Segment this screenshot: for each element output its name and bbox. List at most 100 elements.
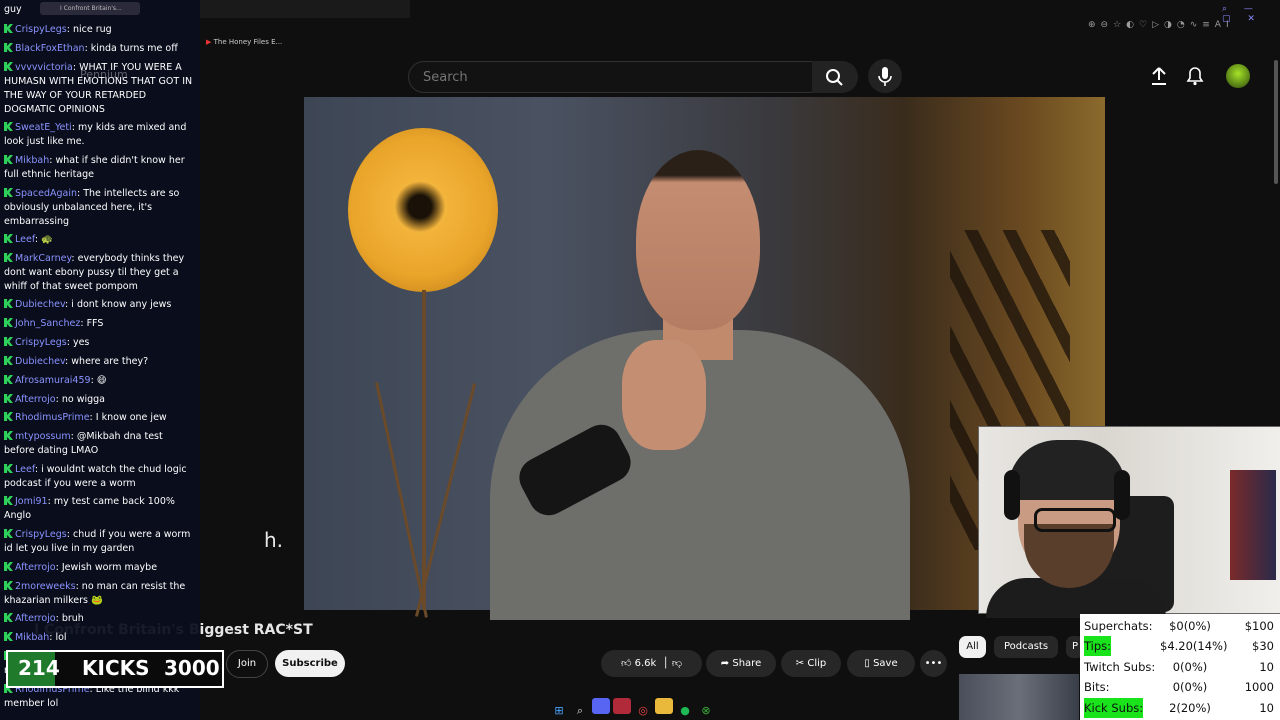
chat-username[interactable]: Afrosamurai459 [15, 375, 91, 386]
save-icon: ▯ [864, 658, 870, 669]
voice-search-button[interactable] [868, 59, 902, 93]
chat-username[interactable]: mtypossum [15, 431, 71, 442]
browser-tab[interactable]: I Confront Britain's... [40, 2, 140, 15]
recommended-thumbnail[interactable] [959, 674, 1079, 720]
chat-username[interactable]: CrispyLegs [15, 337, 67, 348]
chat-text: where are they? [71, 356, 149, 367]
chat-message: Jomi91: my test came back 100% Anglo [4, 495, 196, 523]
chat-username[interactable]: Leef [15, 234, 35, 245]
share-icon: ➦ [720, 658, 730, 669]
clip-button[interactable]: ✂ Clip [781, 650, 841, 677]
chat-username[interactable]: Afterrojo [15, 562, 56, 573]
like-count: 6.6k [634, 658, 657, 669]
chat-message: Dubiechev: where are they? [4, 355, 196, 369]
spotify-icon[interactable]: ● [676, 703, 694, 719]
kick-badge-icon [4, 375, 13, 384]
chat-username[interactable]: Mikbah [15, 632, 49, 643]
bookmark-item[interactable]: ▶ The Honey Files E... [206, 38, 282, 46]
share-button[interactable]: ➦ Share [706, 650, 776, 677]
chat-message: CrispyLegs: yes [4, 336, 196, 350]
kick-badge-icon [4, 613, 13, 622]
chat-username[interactable]: Mikbah [15, 155, 49, 166]
donation-value: 2(20%) [1169, 700, 1211, 715]
kick-badge-icon [4, 581, 13, 590]
like-dislike-group[interactable]: 👍︎ 6.6k │ 👎︎ [601, 650, 702, 677]
page-scrollbar[interactable] [1274, 60, 1278, 184]
kick-badge-icon [4, 155, 13, 164]
chat-username[interactable]: John_Sanchez [15, 318, 80, 329]
app-icon[interactable] [613, 698, 631, 714]
chat-text: kinda turns me off [90, 43, 178, 54]
kick-badge-icon [4, 318, 13, 327]
chat-text: 🐢 [41, 234, 53, 245]
donation-label: Twitch Subs: [1084, 659, 1156, 674]
kick-badge-icon [4, 188, 13, 197]
donation-value: $0(0%) [1169, 619, 1211, 633]
like-icon[interactable]: 👍︎ [621, 658, 631, 669]
search-button[interactable] [812, 61, 858, 93]
headphones-icon [1114, 470, 1130, 520]
chat-message: Afrosamurai459: 😄 [4, 374, 196, 388]
chat-username[interactable]: Dubiechev [15, 299, 65, 310]
chat-username[interactable]: Leef [15, 464, 35, 475]
chat-message: 2moreweeks: no man can resist the khazar… [4, 580, 196, 608]
upload-icon[interactable] [1150, 66, 1168, 86]
join-button[interactable]: Join [226, 650, 268, 678]
donation-row: Tips: $4.20(14%) $30 [1080, 636, 1280, 657]
chat-username[interactable]: BlackFoxEthan [15, 43, 85, 54]
chat-username[interactable]: SweatE_Yeti [15, 122, 72, 133]
chat-username[interactable]: vvvvvictoria [15, 62, 73, 73]
chat-username[interactable]: Afterrojo [15, 613, 56, 624]
chat-username[interactable]: Dubiechev [15, 356, 65, 367]
chat-message: CrispyLegs: chud if you were a worm id l… [4, 528, 196, 556]
chat-message: Afterrojo: Jewish worm maybe [4, 561, 196, 575]
more-icon[interactable]: ••• [920, 650, 947, 677]
subscribe-button[interactable]: Subscribe [275, 650, 345, 677]
video-lamp-stand [422, 290, 426, 610]
window-controls[interactable]: ⌕ — ▢ ✕ [1222, 4, 1280, 24]
chat-text: lol [55, 632, 67, 643]
dislike-icon[interactable]: 👎︎ [672, 658, 682, 669]
chat-text: Jewish worm maybe [61, 562, 158, 573]
chat-username[interactable]: CrispyLegs [15, 24, 67, 35]
search-box[interactable] [408, 61, 814, 93]
avatar[interactable] [1226, 64, 1250, 88]
chat-username[interactable]: 2moreweeks [15, 581, 76, 592]
clip-label: Clip [807, 658, 827, 669]
search-icon[interactable]: ⌕ [571, 703, 589, 719]
discord-icon[interactable] [592, 698, 610, 714]
donation-value: 0(0%) [1172, 680, 1208, 695]
save-button[interactable]: ▯ Save [847, 650, 915, 677]
bookmark-label: The Honey Files E... [213, 38, 283, 46]
kick-badge-icon [4, 253, 13, 262]
chat-username[interactable]: Jomi91 [15, 496, 48, 507]
video-person-head [636, 150, 760, 330]
chat-message: Leef: i wouldnt watch the chud logic pod… [4, 463, 196, 491]
webcam-streamer-glasses [1034, 508, 1116, 532]
donation-label: Superchats: [1084, 619, 1153, 633]
kick-badge-icon [4, 234, 13, 243]
donation-label: Bits: [1084, 680, 1110, 695]
chat-username[interactable]: SpacedAgain [15, 188, 77, 199]
share-label: Share [732, 658, 762, 669]
search-icon [826, 69, 843, 86]
chat-message: Dubiechev: i dont know any jews [4, 298, 196, 312]
bell-icon[interactable] [1186, 66, 1204, 86]
browser-tab-strip [200, 0, 410, 18]
search-input[interactable] [421, 69, 785, 86]
chip-all[interactable]: All [959, 636, 986, 658]
folder-icon[interactable] [655, 698, 673, 714]
chat-message: mtypossum: @Mikbah dna test before datin… [4, 430, 196, 458]
chat-username[interactable]: RhodimusPrime [15, 412, 90, 423]
chat-username[interactable]: MarkCarney [15, 253, 71, 264]
xbox-icon[interactable]: ⊗ [697, 703, 715, 719]
kick-badge-icon [4, 337, 13, 346]
chat-username[interactable]: Afterrojo [15, 394, 56, 405]
chat-username[interactable]: CrispyLegs [15, 529, 67, 540]
kick-badge-icon [4, 299, 13, 308]
chip-podcasts[interactable]: Podcasts [994, 636, 1058, 658]
extension-icons[interactable]: ⊕⊖☆◐♡▷◑◔∿≡AI [1088, 20, 1234, 30]
windows-start-icon[interactable]: ⊞ [550, 703, 568, 719]
chat-message: Mikbah: lol [4, 631, 196, 645]
chrome-icon[interactable]: ◎ [634, 703, 652, 719]
